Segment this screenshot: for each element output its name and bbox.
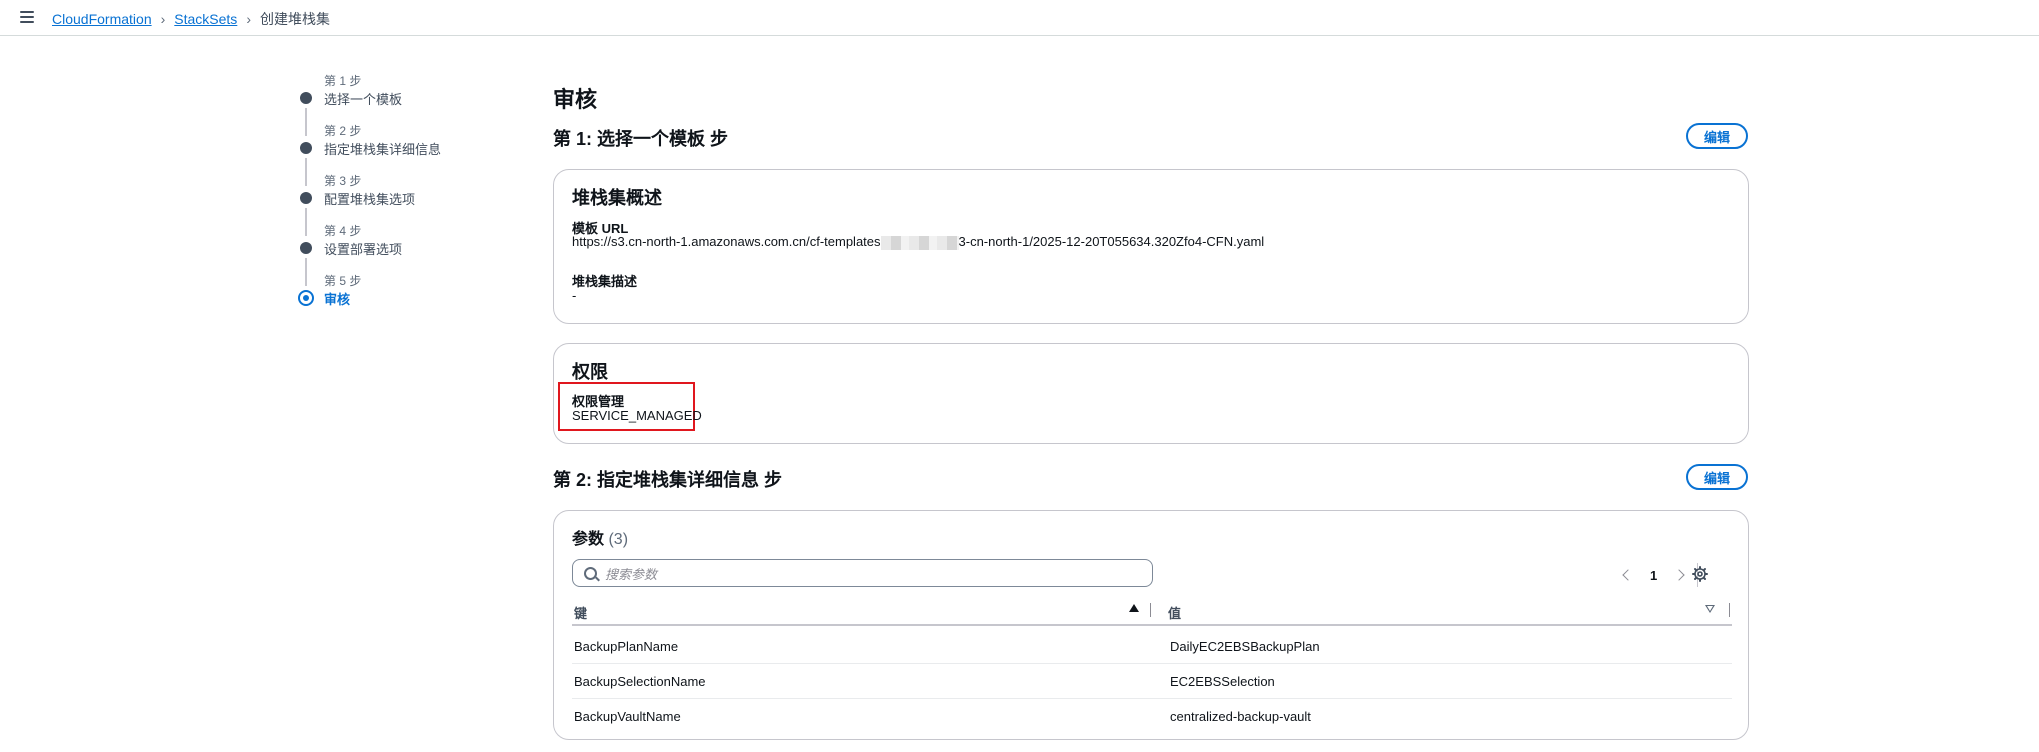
breadcrumb-stacksets-link[interactable]: StackSets: [174, 11, 237, 27]
sort-descending-icon[interactable]: [1705, 605, 1715, 613]
edit-step2-button[interactable]: 编辑: [1686, 464, 1748, 490]
step-connector: [305, 258, 307, 286]
param-value-cell: centralized-backup-vault: [1170, 709, 1311, 724]
next-page-button[interactable]: [1671, 565, 1687, 585]
section-step1-title: 第 1: 选择一个模板 步: [553, 129, 729, 149]
previous-page-button[interactable]: [1620, 565, 1636, 585]
breadcrumb-current: 创建堆栈集: [259, 11, 330, 27]
chevron-right-icon: [1673, 569, 1685, 581]
step-connector: [305, 158, 307, 186]
step-number: 第 2 步: [324, 124, 362, 138]
param-key-cell: BackupPlanName: [574, 639, 679, 654]
card-title: 参数 (3): [572, 525, 628, 549]
pagination: 1: [1620, 563, 1699, 587]
search-parameters-field[interactable]: [572, 559, 1153, 587]
section-step2-title: 第 2: 指定堆栈集详细信息 步: [553, 470, 783, 490]
stackset-description-value: -: [572, 288, 577, 303]
card-title: 权限: [572, 362, 608, 382]
column-resizer[interactable]: [1150, 603, 1151, 617]
step-status-icon: [300, 192, 312, 204]
edit-step1-button[interactable]: 编辑: [1686, 123, 1748, 149]
breadcrumb: CloudFormation › StackSets › 创建堆栈集: [52, 9, 330, 29]
row-divider: [572, 663, 1732, 664]
column-header-key[interactable]: 键: [574, 603, 587, 622]
search-input[interactable]: [603, 563, 1147, 585]
template-url-suffix: 3-cn-north-1/2025-12-20T055634.320Zfo4-C…: [958, 234, 1265, 249]
chevron-right-icon: ›: [160, 11, 166, 27]
step-connector: [305, 208, 307, 236]
page-title: 审核: [553, 87, 598, 112]
permission-model-value: SERVICE_MANAGED: [572, 408, 702, 423]
step-status-icon: [300, 92, 312, 104]
template-url-prefix: https://s3.cn-north-1.amazonaws.com.cn/c…: [572, 234, 881, 249]
column-header-value[interactable]: 值: [1168, 603, 1181, 622]
step-connector: [305, 108, 307, 136]
step-title[interactable]: 设置部署选项: [324, 239, 402, 258]
breadcrumb-cloudformation-link[interactable]: CloudFormation: [52, 11, 152, 27]
step-number: 第 1 步: [324, 74, 362, 88]
search-icon: [584, 567, 597, 580]
card-title: 堆栈集概述: [572, 188, 662, 208]
step-status-icon: [300, 142, 312, 154]
param-key-cell: BackupVaultName: [574, 709, 681, 724]
param-key-cell: BackupSelectionName: [574, 674, 706, 689]
chevron-right-icon: ›: [246, 11, 251, 27]
step-number: 第 3 步: [324, 174, 362, 188]
row-divider: [572, 698, 1732, 699]
step-title[interactable]: 选择一个模板: [324, 89, 402, 108]
page-number[interactable]: 1: [1650, 568, 1657, 583]
chevron-left-icon: [1622, 569, 1634, 581]
step-number: 第 4 步: [324, 224, 362, 238]
step-title: 审核: [324, 292, 351, 307]
stackset-overview-card: 堆栈集概述 模板 URL https://s3.cn-north-1.amazo…: [553, 169, 1749, 324]
param-value-cell: DailyEC2EBSBackupPlan: [1170, 639, 1320, 654]
parameters-title: 参数: [572, 531, 605, 548]
parameters-card: 参数 (3) 1 键 值 BackupPlanName DailyEC2EBSB…: [553, 510, 1749, 740]
hamburger-menu-icon[interactable]: [20, 11, 34, 23]
step-title[interactable]: 配置堆栈集选项: [324, 189, 415, 208]
step-title[interactable]: 指定堆栈集详细信息: [324, 139, 441, 158]
permissions-card: 权限 权限管理 SERVICE_MANAGED: [553, 343, 1749, 444]
column-resizer[interactable]: [1729, 603, 1730, 617]
param-value-cell: EC2EBSSelection: [1170, 674, 1275, 689]
redacted-area: [880, 235, 959, 250]
table-header-divider: [572, 624, 1732, 626]
parameters-count: (3): [608, 531, 629, 548]
sort-ascending-icon[interactable]: [1129, 604, 1139, 612]
current-step-icon: [298, 290, 314, 306]
settings-gear-icon[interactable]: [1692, 566, 1708, 582]
template-url-value: https://s3.cn-north-1.amazonaws.com.cn/c…: [572, 234, 1264, 250]
step-status-icon: [300, 242, 312, 254]
step-number: 第 5 步: [324, 274, 362, 288]
stackset-description-label: 堆栈集描述: [572, 274, 638, 289]
top-navigation-bar: CloudFormation › StackSets › 创建堆栈集: [0, 0, 2039, 36]
